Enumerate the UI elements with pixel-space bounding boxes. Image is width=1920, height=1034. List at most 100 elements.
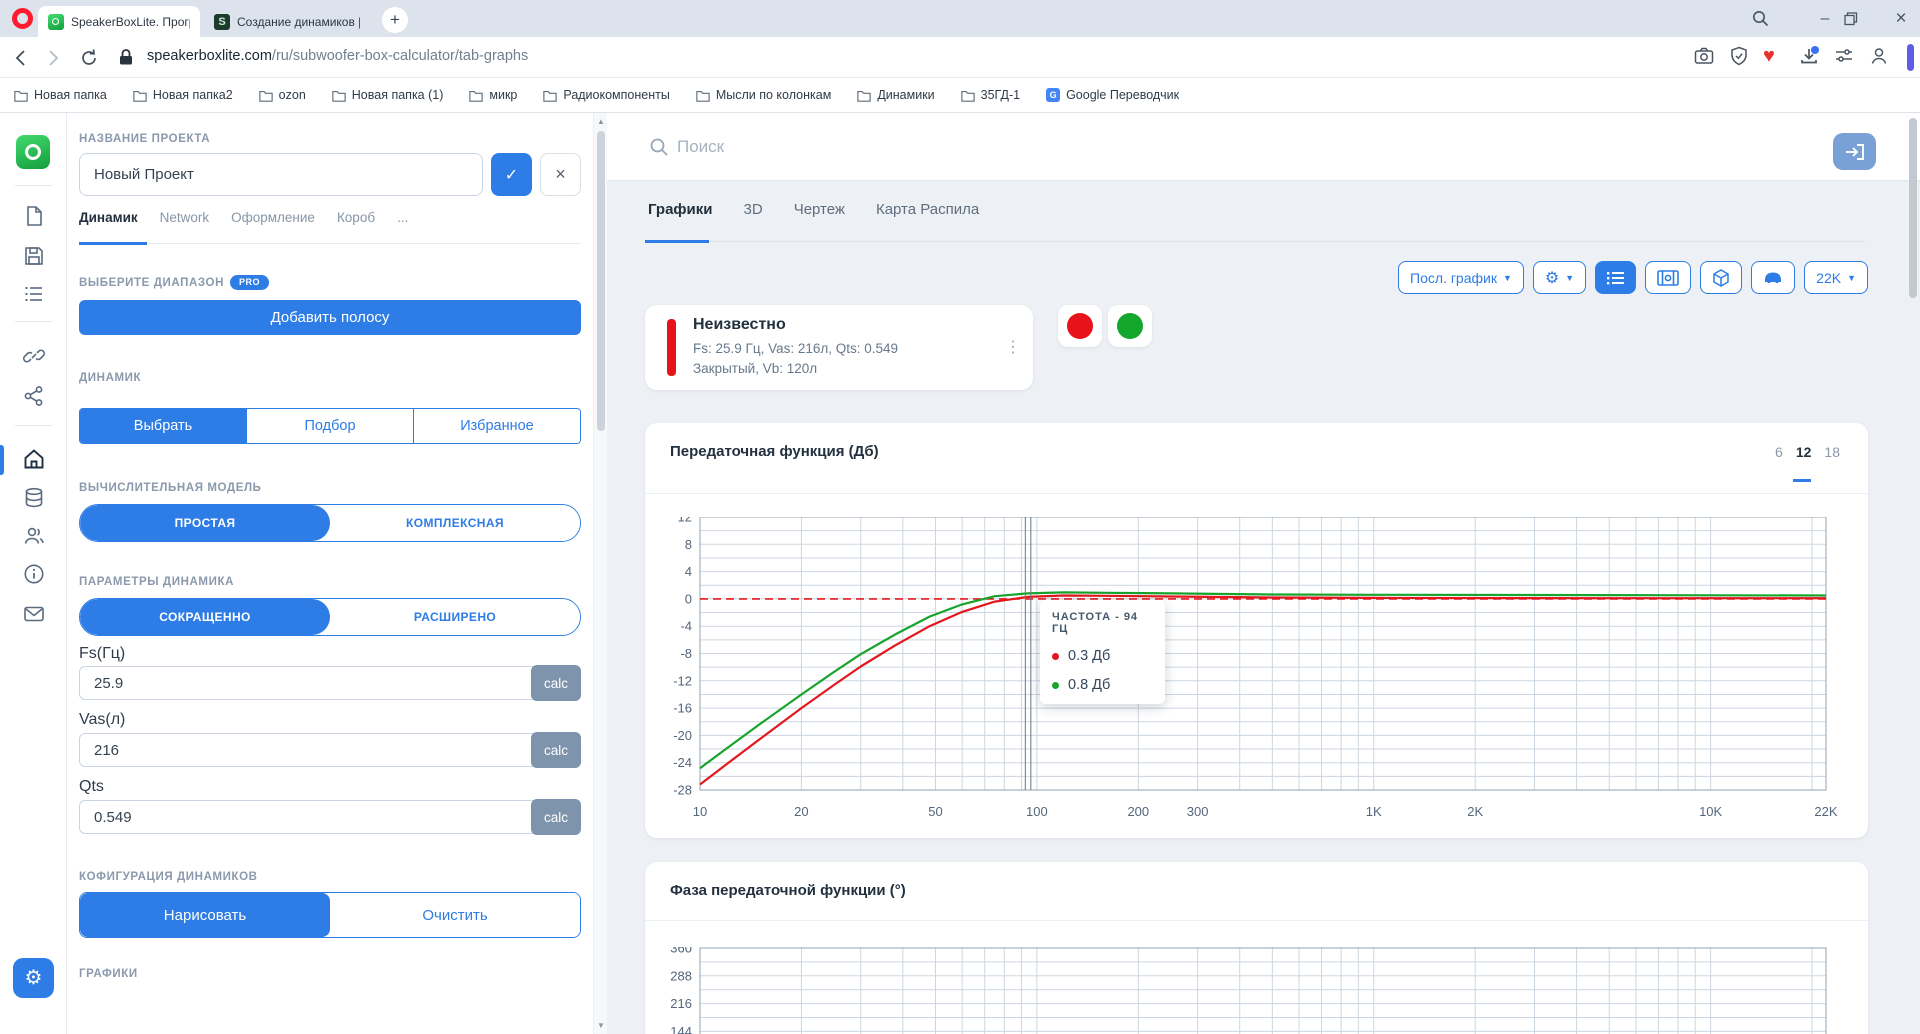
profile-icon[interactable] — [1868, 45, 1890, 67]
scroll-down-arrow[interactable]: ▼ — [594, 1021, 608, 1030]
speaker-summary-card[interactable]: Неизвестно Fs: 25.9 Гц, Vas: 216л, Qts: … — [645, 305, 1033, 390]
vas-calc-button[interactable]: calc — [531, 732, 581, 768]
bookmark-item[interactable]: Радиокомпоненты — [543, 88, 670, 102]
transfer-function-plot[interactable]: 12 8 4 0 -4 -8 -12 -16 -20 -24 -2810 20 50 100 200 300 1… — [655, 517, 1855, 829]
bookmark-item[interactable]: Динамики — [857, 88, 935, 102]
bookmark-item[interactable]: 35ГД-1 — [960, 88, 1020, 102]
slope-12[interactable]: 12 — [1796, 444, 1812, 460]
bookmark-item[interactable]: Новая папка — [14, 88, 107, 102]
bookmark-item[interactable]: ozon — [258, 88, 306, 102]
forward-button[interactable] — [40, 46, 64, 70]
qts-input[interactable] — [79, 800, 581, 834]
vas-input[interactable] — [79, 733, 581, 767]
option-ochistit[interactable]: Очистить — [330, 893, 580, 937]
tab-karta-raspila[interactable]: Карта Распила — [876, 201, 979, 218]
option-narisovat[interactable]: Нарисовать — [80, 893, 330, 937]
search-input[interactable] — [677, 131, 1577, 163]
database-icon[interactable] — [22, 486, 46, 510]
scroll-up-arrow[interactable]: ▲ — [594, 117, 608, 126]
option-rasshireno[interactable]: РАСШИРЕНО — [330, 599, 580, 635]
option-prostaya[interactable]: ПРОСТАЯ — [80, 505, 330, 541]
app-logo[interactable] — [16, 135, 50, 169]
car-view-button[interactable] — [1751, 261, 1796, 294]
tab-korob[interactable]: Короб — [337, 210, 375, 243]
slope-18[interactable]: 18 — [1824, 444, 1840, 460]
tab-grafiki[interactable]: Графики — [648, 201, 713, 218]
bookmark-item[interactable]: Мысли по колонкам — [696, 88, 831, 102]
save-icon[interactable] — [22, 244, 46, 268]
settings-gear-button[interactable]: ⚙ — [13, 958, 54, 998]
tab-dinamik[interactable]: Динамик — [79, 210, 138, 243]
scrollbar-thumb[interactable] — [597, 131, 605, 431]
tab-network[interactable]: Network — [160, 210, 210, 243]
chart-title: Передаточная функция (Дб) — [670, 443, 879, 460]
main-scrollbar-thumb[interactable] — [1909, 118, 1917, 298]
opera-menu-icon[interactable] — [12, 8, 33, 29]
tab-oformlenie[interactable]: Оформление — [231, 210, 315, 243]
list-view-button[interactable] — [1595, 261, 1637, 294]
new-project-icon[interactable] — [22, 204, 46, 228]
fs-input[interactable] — [79, 666, 581, 700]
project-confirm-button[interactable]: ✓ — [491, 153, 532, 196]
browser-tab-2[interactable]: S Создание динамиков | Ст — [204, 6, 370, 37]
url-text[interactable]: speakerboxlite.com/ru/subwoofer-box-calc… — [147, 48, 528, 64]
project-cancel-button[interactable]: × — [540, 153, 581, 196]
slope-6[interactable]: 6 — [1775, 444, 1783, 460]
tab-more[interactable]: ... — [397, 210, 408, 243]
svg-text:20: 20 — [794, 804, 808, 819]
browser-tab-active[interactable]: SpeakerBoxLite. Програм — [38, 6, 200, 37]
home-icon[interactable] — [22, 447, 46, 471]
main-scrollbar[interactable] — [1909, 116, 1917, 1028]
window-maximize-button[interactable] — [1844, 11, 1882, 26]
last-graph-dropdown[interactable]: Посл. график ▼ — [1398, 261, 1524, 294]
url-domain: speakerboxlite.com — [147, 48, 272, 64]
green-dot — [1052, 681, 1059, 689]
bookmark-item[interactable]: Новая папка (1) — [332, 88, 443, 102]
browser-search-icon[interactable] — [1752, 0, 1790, 37]
option-vybrat[interactable]: Выбрать — [80, 409, 246, 443]
new-tab-button[interactable]: + — [382, 7, 408, 33]
users-icon[interactable] — [22, 524, 46, 548]
curve-color-red-button[interactable] — [1058, 305, 1102, 347]
share-icon[interactable] — [22, 384, 46, 408]
project-list-icon[interactable] — [22, 282, 46, 306]
svg-text:8: 8 — [685, 537, 692, 552]
phase-plot[interactable]: 360 288 216 144 — [655, 947, 1855, 1034]
mail-icon[interactable] — [22, 602, 46, 626]
tab-chertezh[interactable]: Чертеж — [794, 201, 845, 218]
card-menu-icon[interactable]: ⋮ — [1005, 337, 1021, 357]
favorites-heart-icon[interactable]: ♥ — [1763, 45, 1785, 67]
option-sokrashchenno[interactable]: СОКРАЩЕННО — [80, 599, 330, 635]
tab-3d[interactable]: 3D — [744, 201, 763, 218]
qts-calc-button[interactable]: calc — [531, 799, 581, 835]
settings-sliders-icon[interactable] — [1833, 45, 1855, 67]
option-kompleksnaya[interactable]: КОМПЛЕКСНАЯ — [330, 505, 580, 541]
option-podbor[interactable]: Подбор — [246, 409, 413, 443]
shield-icon[interactable] — [1728, 45, 1750, 67]
reload-button[interactable] — [77, 46, 101, 70]
speaker-box-view-button[interactable] — [1645, 261, 1692, 294]
bookmark-item[interactable]: микр — [469, 88, 517, 102]
info-icon[interactable] — [22, 562, 46, 586]
window-minimize-button[interactable]: – — [1806, 10, 1844, 28]
link-icon[interactable] — [22, 344, 46, 368]
panel-scrollbar[interactable]: ▲ ▼ — [593, 113, 607, 1034]
logout-button[interactable] — [1833, 133, 1876, 170]
bookmark-item-google-translate[interactable]: G Google Переводчик — [1046, 88, 1179, 102]
snapshot-camera-icon[interactable] — [1693, 45, 1715, 67]
bookmark-item[interactable]: Новая папка2 — [133, 88, 233, 102]
cube-3d-view-button[interactable] — [1700, 261, 1743, 294]
fs-calc-button[interactable]: calc — [531, 665, 581, 701]
graph-settings-dropdown[interactable]: ⚙ ▼ — [1532, 261, 1587, 294]
back-button[interactable] — [10, 46, 34, 70]
option-izbrannoe[interactable]: Избранное — [413, 409, 580, 443]
curve-color-green-button[interactable] — [1108, 305, 1152, 347]
model-section-label: ВЫЧИСЛИТЕЛЬНАЯ МОДЕЛЬ — [79, 482, 262, 494]
lock-icon[interactable] — [116, 47, 140, 71]
sidebar-panel-toggle[interactable] — [1907, 44, 1914, 71]
frequency-range-dropdown[interactable]: 22K ▼ — [1804, 261, 1868, 294]
downloads-icon[interactable] — [1798, 45, 1820, 67]
window-close-button[interactable]: × — [1882, 8, 1920, 30]
project-name-input[interactable] — [79, 153, 483, 196]
add-band-button[interactable]: Добавить полосу — [79, 300, 581, 335]
